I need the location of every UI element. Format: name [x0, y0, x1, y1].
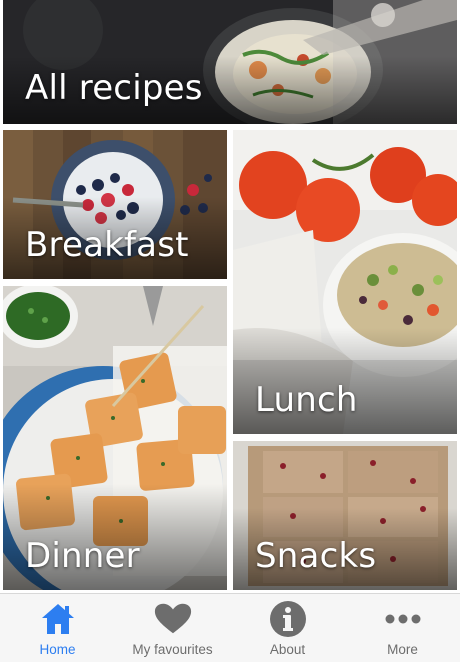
tab-label-about: About [269, 642, 306, 657]
tile-label-dinner: Dinner [25, 536, 140, 576]
tab-label-home: Home [39, 642, 76, 657]
tab-label-my-favourites: My favourites [132, 642, 213, 657]
tab-my-favourites[interactable]: My favourites [115, 594, 230, 662]
tab-about[interactable]: About [230, 594, 345, 662]
tab-home[interactable]: Home [0, 594, 115, 662]
tile-label-breakfast: Breakfast [25, 225, 189, 265]
info-icon [268, 600, 308, 638]
tile-label-snacks: Snacks [255, 536, 377, 576]
tile-breakfast[interactable]: Breakfast [3, 130, 227, 279]
tile-dinner[interactable]: Dinner [3, 286, 227, 590]
tab-label-more: More [387, 642, 418, 657]
tab-more[interactable]: More [345, 594, 460, 662]
tile-label-all-recipes: All recipes [25, 68, 203, 108]
tile-label-lunch: Lunch [255, 380, 358, 420]
tile-snacks[interactable]: Snacks [233, 441, 457, 590]
tile-lunch[interactable]: Lunch [233, 130, 457, 434]
tile-all-recipes[interactable]: All recipes [3, 0, 457, 124]
more-icon [383, 600, 423, 638]
heart-icon [153, 600, 193, 638]
tab-bar: Home My favourites About More [0, 593, 460, 662]
home-icon [38, 600, 78, 638]
